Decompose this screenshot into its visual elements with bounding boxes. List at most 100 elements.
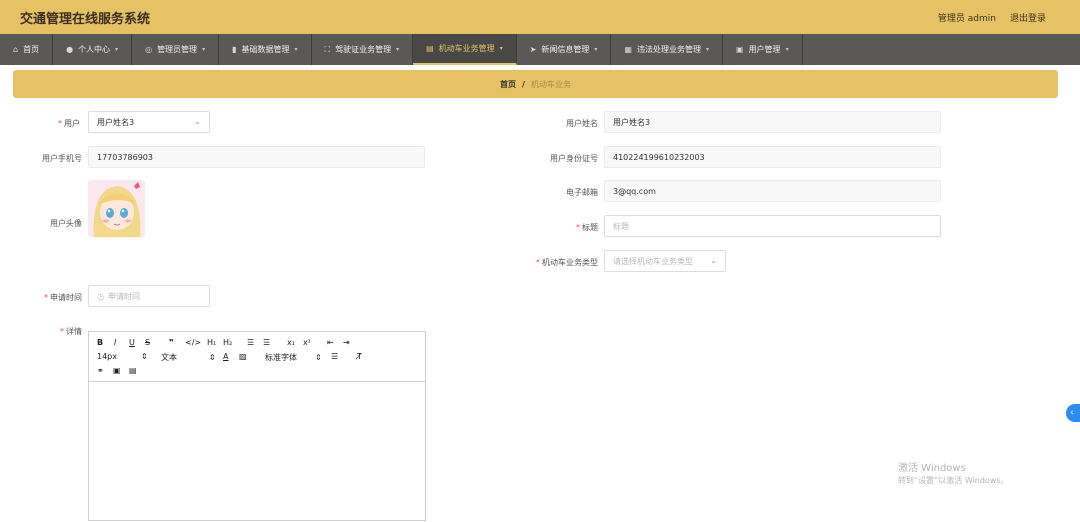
nav-label: 用户管理 bbox=[748, 45, 781, 54]
font-color-icon[interactable]: A bbox=[223, 352, 228, 361]
biz-type-select[interactable]: 请选择机动车业务类型 ⌄ bbox=[604, 250, 726, 272]
user-name-field[interactable]: 用户姓名3 bbox=[604, 111, 941, 133]
main-nav: ⌂ 首页 ● 个人中心 ▾ ◎ 管理员管理 ▾ ▮ 基础数据管理 ▾ ⛶ 驾驶证… bbox=[0, 34, 1080, 65]
nav-item-news[interactable]: ➤ 新闻信息管理 ▾ bbox=[517, 34, 612, 65]
id-number-label: 用户身份证号 bbox=[550, 154, 598, 163]
nav-item-vehicle-business[interactable]: ▤ 机动车业务管理 ▾ bbox=[413, 34, 517, 65]
avatar-label: 用户头像 bbox=[50, 219, 82, 228]
video-icon[interactable]: ▤ bbox=[129, 366, 137, 375]
logout-button[interactable]: 退出登录 bbox=[1010, 11, 1046, 24]
apply-time-label: * 申请时间 bbox=[44, 293, 82, 302]
heading1-button[interactable]: H₁ bbox=[207, 338, 216, 347]
user-select[interactable]: 用户姓名3 ⌄ bbox=[88, 111, 210, 133]
ordered-list-icon[interactable]: ☰ bbox=[247, 338, 254, 347]
bullet-list-icon[interactable]: ☰ bbox=[263, 338, 270, 347]
nav-label: 管理员管理 bbox=[157, 45, 198, 54]
nav-label: 首页 bbox=[23, 45, 40, 54]
code-block-icon[interactable]: </> bbox=[185, 338, 201, 347]
chevron-down-icon: ▾ bbox=[705, 46, 709, 53]
font-size-select[interactable]: 14px ⇕ bbox=[97, 352, 148, 361]
superscript-button[interactable]: x¹ bbox=[303, 338, 311, 347]
user-icon: ● bbox=[66, 45, 74, 54]
phone-label: 用户手机号 bbox=[42, 154, 82, 163]
chevron-down-icon: ▾ bbox=[594, 46, 598, 53]
background-color-icon[interactable]: ▨ bbox=[239, 352, 247, 361]
windows-activation-watermark: 激活 Windows 转到“设置”以激活 Windows。 bbox=[898, 463, 1009, 485]
chevron-down-icon: ⌄ bbox=[710, 256, 717, 265]
globe-icon: ◎ bbox=[145, 45, 153, 54]
header-actions: 管理员 admin 退出登录 bbox=[938, 11, 1046, 24]
app-title: 交通管理在线服务系统 bbox=[20, 12, 151, 27]
detail-label: * 详情 bbox=[60, 327, 82, 336]
nav-item-admin-management[interactable]: ◎ 管理员管理 ▾ bbox=[132, 34, 220, 65]
required-mark: * bbox=[576, 223, 580, 232]
send-icon: ➤ bbox=[529, 45, 537, 54]
nav-item-license-business[interactable]: ⛶ 驾驶证业务管理 ▾ bbox=[312, 34, 414, 65]
chevron-down-icon: ▾ bbox=[396, 46, 400, 53]
nav-item-violation[interactable]: ▦ 违法处理业务管理 ▾ bbox=[611, 34, 723, 65]
nav-item-home[interactable]: ⌂ 首页 bbox=[0, 34, 54, 65]
chevron-left-icon[interactable]: ‹ bbox=[1066, 404, 1080, 422]
required-mark: * bbox=[60, 327, 64, 336]
nav-label: 新闻信息管理 bbox=[541, 45, 590, 54]
clear-format-icon[interactable]: T̸ bbox=[357, 352, 362, 361]
nav-label: 驾驶证业务管理 bbox=[335, 45, 392, 54]
underline-button[interactable]: U bbox=[129, 338, 135, 347]
heading2-button[interactable]: H₂ bbox=[223, 338, 232, 347]
phone-field[interactable]: 17703786903 bbox=[88, 146, 425, 168]
rich-text-editor[interactable]: B I U S ❞ </> H₁ H₂ ☰ ☰ x₁ x¹ ⇤ ⇥ 14px ⇕ … bbox=[88, 331, 426, 521]
editor-toolbar: B I U S ❞ </> H₁ H₂ ☰ ☰ x₁ x¹ ⇤ ⇥ 14px ⇕ … bbox=[89, 332, 425, 382]
chevron-down-icon: ▾ bbox=[294, 46, 298, 53]
breadcrumb-current: 机动车业务 bbox=[530, 79, 571, 89]
current-user-label[interactable]: 管理员 admin bbox=[938, 11, 996, 24]
link-icon[interactable]: ⚭ bbox=[97, 366, 104, 375]
bold-button[interactable]: B bbox=[97, 338, 103, 347]
user-name-label: 用户姓名 bbox=[566, 119, 598, 128]
email-field[interactable]: 3@qq.com bbox=[604, 180, 941, 202]
expand-icon: ⛶ bbox=[324, 44, 331, 54]
indent-icon[interactable]: ⇥ bbox=[343, 338, 350, 347]
bar-chart-icon: ▮ bbox=[232, 45, 237, 54]
image-icon[interactable]: ▣ bbox=[113, 366, 121, 375]
chevron-down-icon: ▾ bbox=[202, 46, 206, 53]
nav-label: 基础数据管理 bbox=[241, 45, 290, 54]
chevron-down-icon: ⌄ bbox=[194, 117, 201, 126]
top-header: 交通管理在线服务系统 管理员 admin 退出登录 bbox=[0, 0, 1080, 34]
outdent-icon[interactable]: ⇤ bbox=[327, 338, 334, 347]
biz-type-label: * 机动车业务类型 bbox=[536, 258, 598, 267]
id-number-field[interactable]: 410224199610232003 bbox=[604, 146, 941, 168]
nav-label: 违法处理业务管理 bbox=[636, 45, 701, 54]
editor-content-area[interactable] bbox=[89, 382, 425, 522]
required-mark: * bbox=[44, 293, 48, 302]
nav-label: 机动车业务管理 bbox=[438, 44, 495, 53]
document-icon: ▣ bbox=[736, 45, 744, 54]
chevron-down-icon: ▾ bbox=[499, 45, 503, 52]
title-input[interactable]: 标题 bbox=[604, 215, 941, 237]
clock-icon: ◷ bbox=[97, 291, 104, 301]
breadcrumb-home[interactable]: 首页 bbox=[500, 79, 516, 90]
chevron-down-icon: ▾ bbox=[115, 46, 119, 53]
align-icon[interactable]: ☰ bbox=[331, 352, 338, 361]
subscript-button[interactable]: x₁ bbox=[287, 338, 295, 347]
text-style-select[interactable]: 文本 ⇕ bbox=[161, 352, 216, 363]
font-family-select[interactable]: 标准字体 ⇕ bbox=[265, 352, 322, 363]
title-label: * 标题 bbox=[576, 223, 598, 232]
italic-button[interactable]: I bbox=[114, 338, 116, 347]
nav-item-basic-data[interactable]: ▮ 基础数据管理 ▾ bbox=[219, 34, 312, 65]
breadcrumb: 首页 / 机动车业务 bbox=[13, 70, 1058, 98]
apply-time-picker[interactable]: ◷ 申请时间 bbox=[88, 285, 210, 307]
home-icon: ⌂ bbox=[13, 45, 19, 54]
nav-item-personal-center[interactable]: ● 个人中心 ▾ bbox=[53, 34, 133, 65]
email-label: 电子邮箱 bbox=[566, 188, 598, 197]
required-mark: * bbox=[536, 258, 540, 267]
grid-icon: ▦ bbox=[624, 45, 632, 54]
required-mark: * bbox=[58, 119, 62, 128]
nav-item-user-management[interactable]: ▣ 用户管理 ▾ bbox=[723, 34, 803, 65]
id-card-icon: ▤ bbox=[426, 44, 434, 53]
blockquote-icon[interactable]: ❞ bbox=[169, 338, 174, 347]
nav-label: 个人中心 bbox=[78, 45, 111, 54]
chevron-down-icon: ▾ bbox=[785, 46, 789, 53]
strike-button[interactable]: S bbox=[145, 338, 150, 347]
breadcrumb-separator: / bbox=[522, 79, 525, 89]
avatar[interactable] bbox=[88, 180, 145, 237]
